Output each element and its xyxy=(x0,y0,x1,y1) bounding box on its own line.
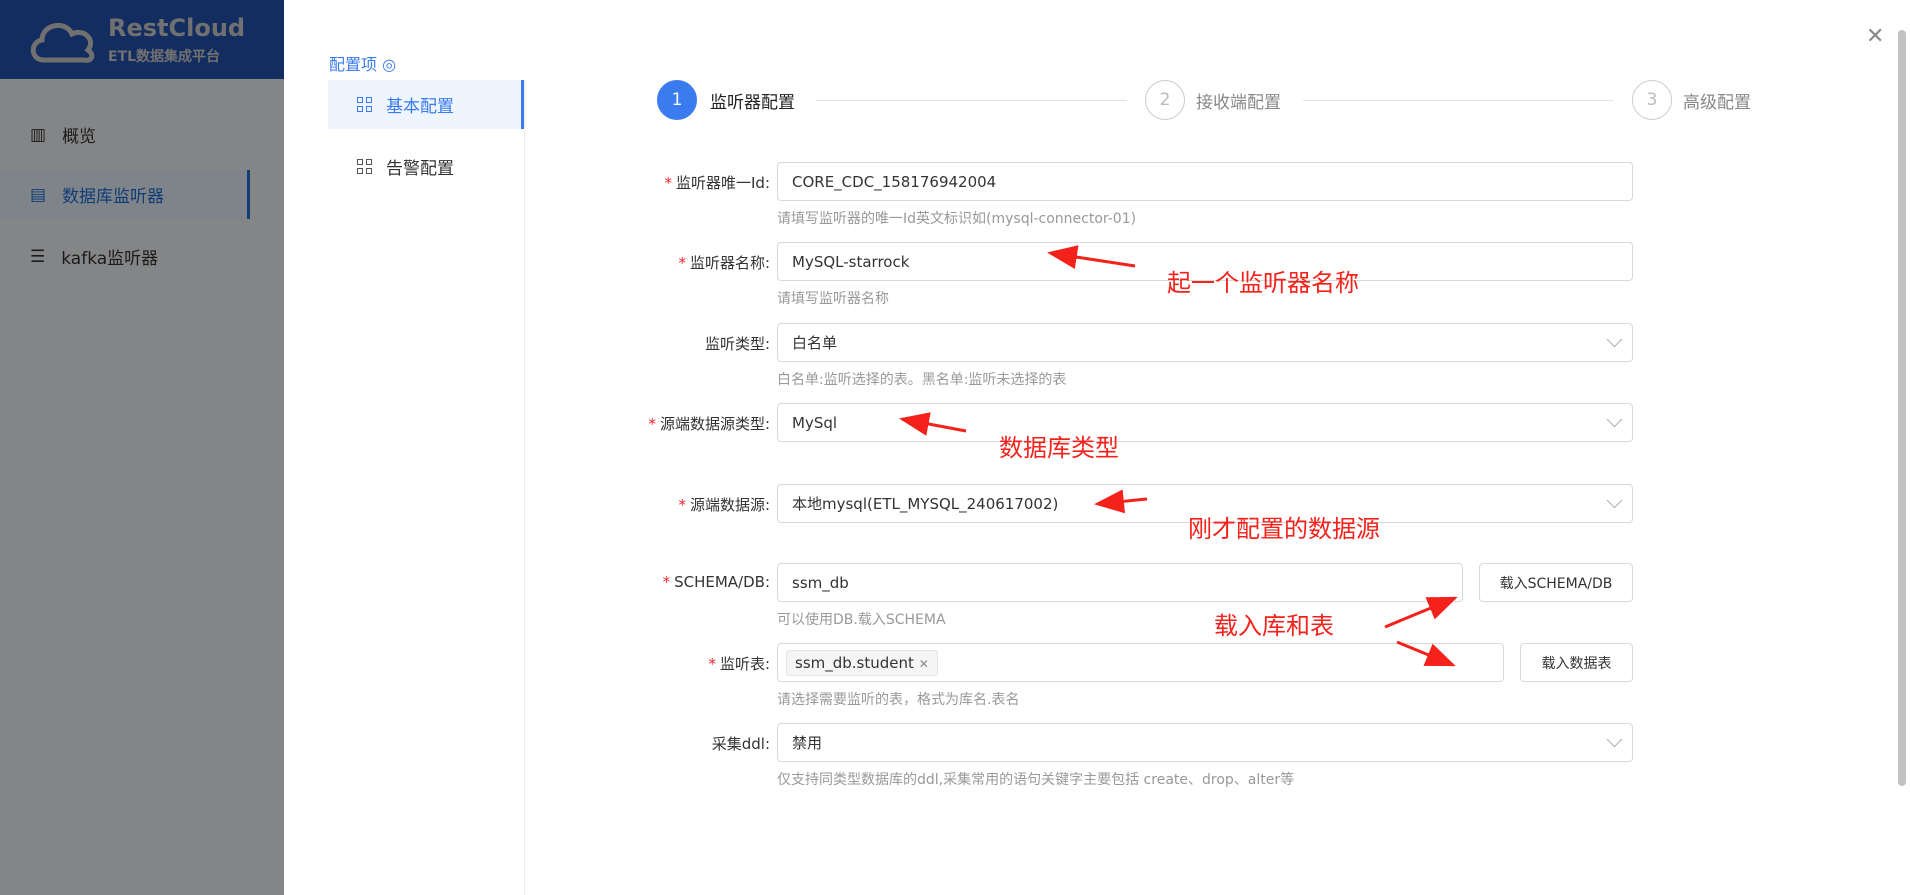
step-connector xyxy=(816,100,1127,101)
tables-select[interactable]: ssm_db.student ✕ xyxy=(777,643,1504,682)
ddl-select[interactable]: 禁用 xyxy=(777,723,1633,762)
tables-hint: 请选择需要监听的表，格式为库名.表名 xyxy=(777,692,1020,708)
step-1-label: 监听器配置 xyxy=(710,93,795,113)
id-hint: 请填写监听器的唯一Id英文标识如(mysql-connector-01) xyxy=(777,211,1137,227)
overlay-mask[interactable] xyxy=(0,0,284,895)
step-1: 1 xyxy=(657,80,697,120)
step-2-label: 接收端配置 xyxy=(1196,93,1281,113)
remove-tag-icon[interactable]: ✕ xyxy=(919,657,929,671)
annotation-load: 载入库和表 xyxy=(1214,612,1334,640)
chevron-down-icon xyxy=(1606,492,1623,509)
chevron-down-icon xyxy=(1606,731,1623,748)
load-schema-button[interactable]: 载入SCHEMA/DB xyxy=(1479,563,1633,602)
listener-id-input[interactable]: CORE_CDC_158176942004 xyxy=(777,162,1633,201)
divider xyxy=(524,80,525,895)
step-3-label: 高级配置 xyxy=(1683,93,1751,113)
id-label: * 监听器唯一Id: xyxy=(664,174,771,192)
nav-title: 配置项 ◎ xyxy=(329,55,397,74)
source-type-select[interactable]: MySql xyxy=(777,403,1633,442)
ddl-hint: 仅支持同类型数据库的ddl,采集常用的语句关键字主要包括 create、drop… xyxy=(777,772,1295,788)
annotation-source: 刚才配置的数据源 xyxy=(1188,515,1380,543)
annotation-db-type: 数据库类型 xyxy=(999,434,1119,462)
annotation-name: 起一个监听器名称 xyxy=(1167,269,1359,297)
chevron-down-icon xyxy=(1606,331,1623,348)
type-label: 监听类型: xyxy=(704,335,770,353)
ddl-label: 采集ddl: xyxy=(711,735,770,753)
source-label: * 源端数据源: xyxy=(678,496,770,514)
name-label: * 监听器名称: xyxy=(678,254,770,272)
name-hint: 请填写监听器名称 xyxy=(777,291,889,307)
source-type-label: * 源端数据源类型: xyxy=(648,415,770,433)
step-2: 2 xyxy=(1145,80,1185,120)
type-hint: 白名单:监听选择的表。黑名单:监听未选择的表 xyxy=(777,372,1067,388)
grid-icon xyxy=(357,97,372,112)
step-connector xyxy=(1303,100,1614,101)
table-tag: ssm_db.student ✕ xyxy=(786,649,938,676)
scrollbar[interactable] xyxy=(1898,30,1906,786)
listen-type-select[interactable]: 白名单 xyxy=(777,323,1633,362)
settings-icon: ◎ xyxy=(382,55,397,74)
close-icon[interactable]: ✕ xyxy=(1866,24,1884,49)
schema-hint: 可以使用DB.载入SCHEMA xyxy=(777,612,946,628)
tables-label: * 监听表: xyxy=(708,655,770,673)
load-tables-button[interactable]: 载入数据表 xyxy=(1520,643,1633,682)
nav-basic-config[interactable]: 基本配置 xyxy=(328,80,524,129)
nav-alert-config[interactable]: 告警配置 xyxy=(328,142,524,191)
step-3: 3 xyxy=(1632,80,1672,120)
grid-icon xyxy=(357,159,372,174)
chevron-down-icon xyxy=(1606,411,1623,428)
schema-input[interactable]: ssm_db xyxy=(777,563,1463,602)
schema-label: * SCHEMA/DB: xyxy=(662,573,770,591)
